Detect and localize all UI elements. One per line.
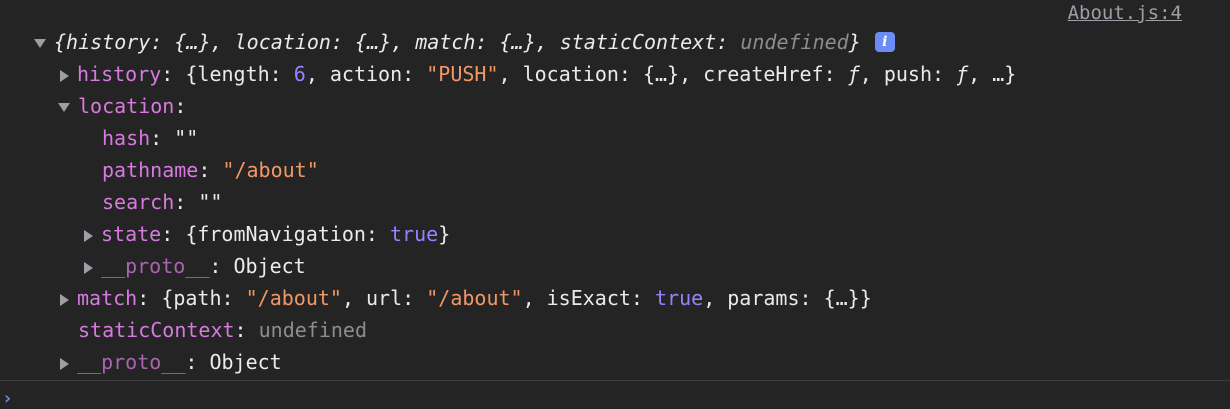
triangle-down-icon[interactable] <box>34 39 46 48</box>
state-row[interactable]: state: {fromNavigation: true} <box>84 218 450 250</box>
pathname-row: pathname: "/about" <box>102 158 319 182</box>
chevron-right-icon[interactable]: › <box>2 388 13 409</box>
static-context-row: staticContext: undefined <box>78 318 368 342</box>
triangle-right-icon[interactable] <box>60 69 69 82</box>
divider <box>0 380 1230 381</box>
history-key: history <box>77 62 162 86</box>
info-icon[interactable]: i <box>874 31 895 52</box>
search-row: search: "" <box>102 190 223 214</box>
hash-row: hash: "" <box>102 126 199 150</box>
summary-undefined: undefined <box>740 30 849 54</box>
triangle-right-icon[interactable] <box>84 261 93 274</box>
history-length-value: 6 <box>293 62 306 86</box>
object-summary-row[interactable]: {history: {…}, location: {…}, match: {…}… <box>34 26 895 58</box>
summary-text: {history: {…}, location: {…}, match: {…}… <box>54 30 741 54</box>
location-proto-row[interactable]: __proto__: Object <box>84 250 306 282</box>
history-action-value: "PUSH" <box>426 62 499 86</box>
history-row[interactable]: history: {length: 6, action: "PUSH", loc… <box>60 58 1016 90</box>
summary-close: } <box>848 30 861 54</box>
console-panel: About.js:4 {history: {…}, location: {…},… <box>0 0 1230 409</box>
proto-row[interactable]: __proto__: Object <box>60 346 282 378</box>
location-key: location <box>78 94 175 118</box>
source-link[interactable]: About.js:4 <box>1068 2 1182 24</box>
triangle-right-icon[interactable] <box>60 357 69 370</box>
match-row[interactable]: match: {path: "/about", url: "/about", i… <box>60 282 872 314</box>
triangle-right-icon[interactable] <box>60 293 69 306</box>
triangle-down-icon[interactable] <box>58 103 70 112</box>
location-row[interactable]: location: <box>58 90 186 122</box>
triangle-right-icon[interactable] <box>84 229 93 242</box>
